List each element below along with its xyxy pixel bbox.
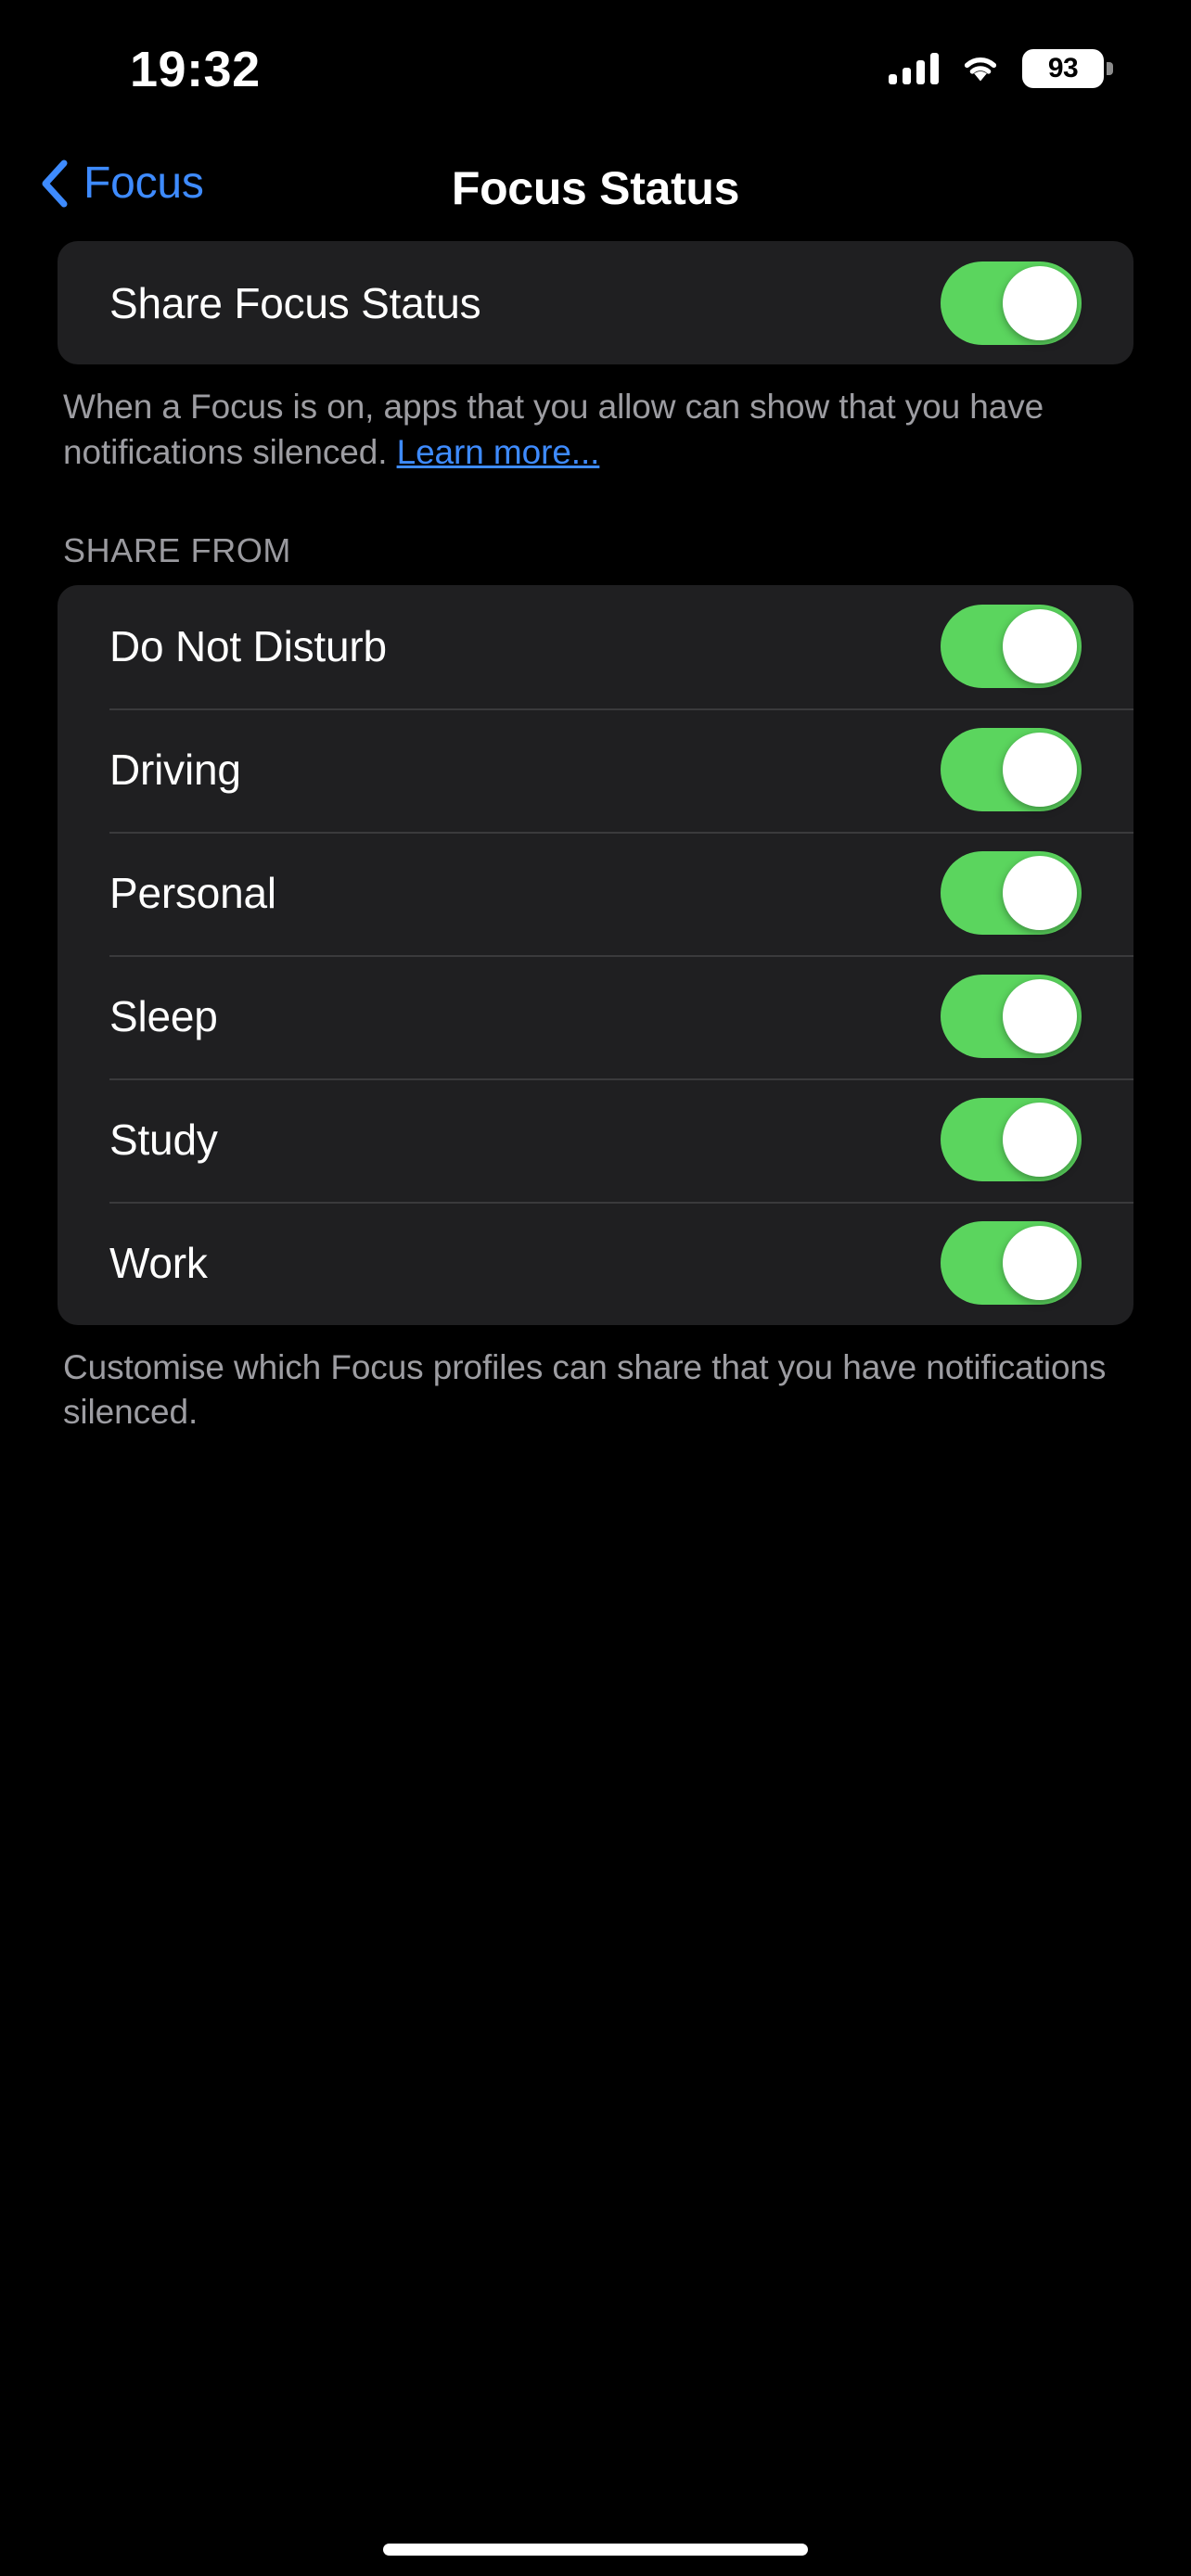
toggle-knob (1003, 979, 1077, 1054)
toggle-sleep[interactable] (941, 975, 1082, 1059)
toggle-work[interactable] (941, 1221, 1082, 1306)
toggle-study[interactable] (941, 1098, 1082, 1182)
row-label-share-focus-status: Share Focus Status (109, 278, 481, 327)
row-sleep[interactable]: Sleep (58, 954, 1133, 1078)
row-label-work: Work (109, 1239, 208, 1288)
row-label-driving: Driving (109, 746, 241, 795)
toggle-share-focus-status[interactable] (941, 261, 1082, 345)
iphone-screen: 19:32 93 Focus Focus Status Share Focus … (0, 0, 1191, 2576)
status-bar-time: 19:32 (130, 42, 261, 97)
navigation-bar: Focus Focus Status (0, 139, 1191, 241)
row-personal[interactable]: Personal (58, 831, 1133, 955)
status-bar: 19:32 93 (0, 0, 1191, 139)
row-share-focus-status[interactable]: Share Focus Status (58, 241, 1133, 364)
toggle-knob (1003, 265, 1077, 340)
toggle-do-not-disturb[interactable] (941, 605, 1082, 689)
wifi-icon (959, 53, 1002, 84)
share-focus-status-footer: When a Focus is on, apps that you allow … (63, 385, 1128, 476)
page-title: Focus Status (451, 162, 740, 214)
toggle-driving[interactable] (941, 728, 1082, 812)
share-from-card: Do Not Disturb Driving Personal Sleep St… (58, 584, 1133, 1325)
share-focus-status-card: Share Focus Status (58, 241, 1133, 364)
row-work[interactable]: Work (58, 1201, 1133, 1325)
row-label-sleep: Sleep (109, 992, 218, 1041)
section-header-share-from: SHARE FROM (63, 530, 292, 569)
row-label-personal: Personal (109, 869, 276, 918)
row-label-study: Study (109, 1116, 218, 1165)
row-label-do-not-disturb: Do Not Disturb (109, 622, 387, 671)
toggle-knob (1003, 1226, 1077, 1301)
toggle-knob (1003, 733, 1077, 808)
row-study[interactable]: Study (58, 1078, 1133, 1202)
settings-content: Share Focus Status When a Focus is on, a… (0, 241, 1191, 1435)
status-bar-indicators: 93 (889, 48, 1113, 89)
row-do-not-disturb[interactable]: Do Not Disturb (58, 585, 1133, 708)
row-driving[interactable]: Driving (58, 708, 1133, 832)
toggle-knob (1003, 1103, 1077, 1178)
toggle-personal[interactable] (941, 851, 1082, 936)
home-indicator[interactable] (383, 2544, 808, 2556)
learn-more-link[interactable]: Learn more... (397, 433, 600, 471)
battery-percent-label: 93 (1047, 53, 1079, 83)
toggle-knob (1003, 609, 1077, 684)
battery-icon: 93 (1022, 49, 1113, 88)
share-from-footer: Customise which Focus profiles can share… (63, 1347, 1107, 1432)
cellular-bars-icon (889, 53, 939, 84)
toggle-knob (1003, 856, 1077, 931)
